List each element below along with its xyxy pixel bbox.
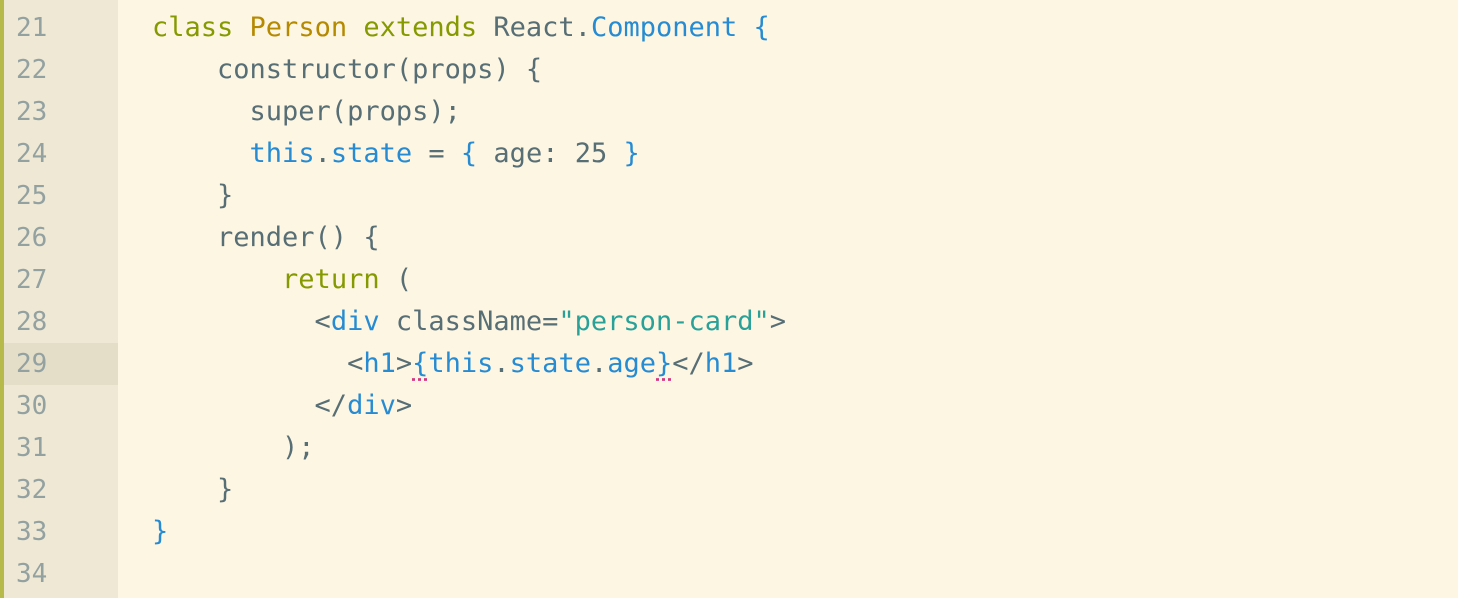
line-code[interactable]: this.state = { age: 25 }	[152, 133, 640, 175]
code-token: render() {	[152, 222, 380, 253]
code-token: <	[152, 348, 364, 379]
code-token: "person-card"	[558, 306, 770, 337]
line-code[interactable]: class Person extends React.Component {	[152, 7, 770, 49]
code-line[interactable]: 31 );	[0, 427, 1458, 469]
code-token: }	[623, 138, 640, 169]
code-token: >	[737, 348, 754, 379]
code-token: }	[152, 474, 234, 505]
code-token: .	[590, 348, 608, 379]
line-code[interactable]: constructor(props) {	[152, 49, 542, 91]
code-token: React.	[477, 12, 591, 43]
code-token: div	[347, 390, 396, 421]
code-token: super(props);	[152, 96, 461, 127]
code-token: class	[152, 12, 234, 43]
line-code[interactable]: render() {	[152, 217, 380, 259]
code-token: >	[769, 306, 786, 337]
code-line[interactable]: 33}	[0, 511, 1458, 553]
code-token: Component	[590, 12, 738, 43]
code-token: {	[412, 348, 429, 379]
line-code[interactable]: return (	[152, 259, 412, 301]
line-code[interactable]: </div>	[152, 385, 413, 427]
line-number: 31	[16, 433, 48, 463]
code-line[interactable]: 32 }	[0, 469, 1458, 511]
line-code[interactable]: <div className="person-card">	[152, 301, 786, 343]
code-token: >	[395, 348, 413, 379]
code-editor[interactable]: 21 class Person extends React.Component {…	[0, 0, 1458, 598]
line-code[interactable]: }	[152, 469, 233, 511]
line-number: 24	[16, 139, 48, 169]
code-token: state	[509, 348, 591, 379]
code-line[interactable]: 21 class Person extends React.Component {	[0, 7, 1458, 49]
code-token: constructor(props) {	[152, 54, 543, 85]
code-token: </	[152, 390, 348, 421]
code-token: <	[152, 306, 331, 337]
code-token: div	[330, 306, 380, 337]
code-line[interactable]: 23 super(props);	[0, 91, 1458, 133]
code-token: .	[493, 348, 510, 379]
code-token: (	[379, 264, 413, 295]
code-token: =	[412, 138, 461, 169]
line-number: 33	[16, 517, 48, 547]
line-code[interactable]: }	[152, 511, 168, 553]
code-token: h1	[704, 348, 738, 379]
line-number: 34	[16, 559, 48, 589]
code-token: {	[460, 138, 478, 169]
line-number: 28	[16, 307, 48, 337]
line-number: 32	[16, 475, 48, 505]
code-token: this	[249, 138, 315, 169]
line-code[interactable]: );	[152, 427, 315, 469]
code-line[interactable]: 27 return (	[0, 259, 1458, 301]
code-token: age	[607, 348, 656, 379]
code-line[interactable]: 22 constructor(props) {	[0, 49, 1458, 91]
line-number: 26	[16, 223, 48, 253]
line-code[interactable]: }	[152, 175, 233, 217]
code-token: }	[152, 180, 234, 211]
line-number: 23	[16, 97, 48, 127]
code-token: Person	[249, 12, 348, 43]
line-number: 22	[16, 55, 48, 85]
code-token: );	[152, 432, 315, 463]
code-line[interactable]: 26 render() {	[0, 217, 1458, 259]
code-token: return	[282, 264, 380, 295]
code-token: this	[428, 348, 494, 379]
code-line[interactable]: 34	[0, 553, 1458, 595]
code-token: }	[152, 516, 169, 547]
code-token: >	[395, 390, 413, 421]
code-line[interactable]: 28 <div className="person-card">	[0, 301, 1458, 343]
code-token: h1	[363, 348, 396, 379]
code-token: state	[330, 138, 413, 169]
code-token: .	[314, 138, 331, 169]
line-number: 29	[16, 349, 48, 379]
code-token: }	[656, 348, 673, 379]
code-line[interactable]: 24 this.state = { age: 25 }	[0, 133, 1458, 175]
line-number: 21	[16, 13, 48, 43]
code-line[interactable]: 25 }	[0, 175, 1458, 217]
code-line[interactable]: 30 </div>	[0, 385, 1458, 427]
code-line[interactable]: 29 <h1>{this.state.age}</h1>	[0, 343, 1458, 385]
code-token: </	[672, 348, 705, 379]
code-token: extends	[363, 12, 478, 43]
code-token: className=	[379, 306, 559, 337]
line-number: 30	[16, 391, 48, 421]
code-token: {	[753, 12, 770, 43]
line-code[interactable]: <h1>{this.state.age}</h1>	[152, 343, 754, 385]
line-code[interactable]: super(props);	[152, 91, 461, 133]
code-token: age: 25	[477, 138, 624, 169]
line-number: 25	[16, 181, 48, 211]
line-number: 27	[16, 265, 48, 295]
